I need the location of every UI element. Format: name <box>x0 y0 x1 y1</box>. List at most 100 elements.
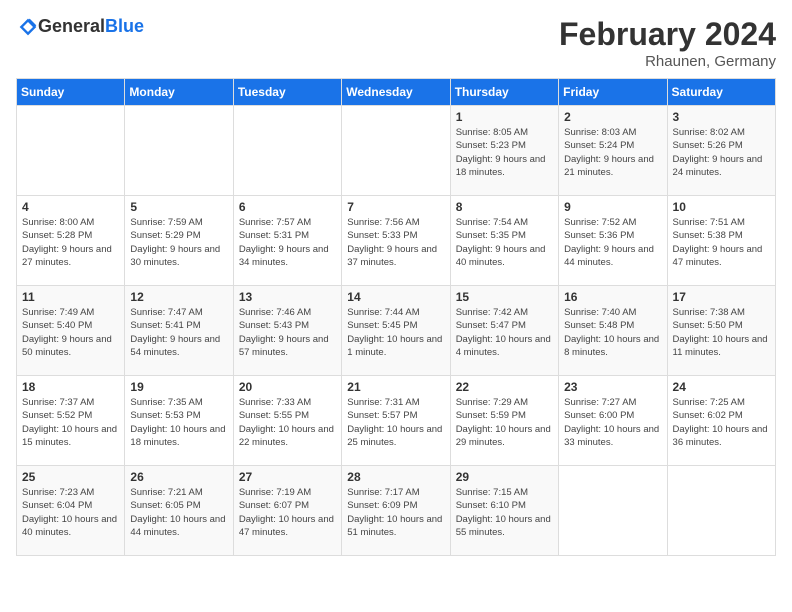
calendar-cell: 22 Sunrise: 7:29 AM Sunset: 5:59 PM Dayli… <box>450 376 558 466</box>
day-number: 20 <box>239 380 336 394</box>
day-number: 21 <box>347 380 444 394</box>
day-number: 28 <box>347 470 444 484</box>
day-info: Sunrise: 7:33 AM Sunset: 5:55 PM Dayligh… <box>239 396 336 449</box>
calendar-cell: 6Sunrise: 7:57 AM Sunset: 5:31 PM Daylig… <box>233 196 341 286</box>
day-number: 7 <box>347 200 444 214</box>
page-header: GeneralBlue February 2024 Rhaunen, Germa… <box>16 16 776 70</box>
day-info: Sunrise: 7:46 AM Sunset: 5:43 PM Dayligh… <box>239 306 336 359</box>
day-info: Sunrise: 8:03 AM Sunset: 5:24 PM Dayligh… <box>564 126 661 179</box>
calendar-cell: 18Sunrise: 7:37 AM Sunset: 5:52 PM Dayli… <box>17 376 125 466</box>
calendar-week-row: 18Sunrise: 7:37 AM Sunset: 5:52 PM Dayli… <box>17 376 776 466</box>
day-number: 3 <box>673 110 770 124</box>
day-number: 11 <box>22 290 119 304</box>
calendar-cell: 14Sunrise: 7:44 AM Sunset: 5:45 PM Dayli… <box>342 286 450 376</box>
day-header-wednesday: Wednesday <box>342 79 450 106</box>
calendar-cell: 3Sunrise: 8:02 AM Sunset: 5:26 PM Daylig… <box>667 106 775 196</box>
calendar-table: SundayMondayTuesdayWednesdayThursdayFrid… <box>16 78 776 556</box>
calendar-cell: 9 Sunrise: 7:52 AM Sunset: 5:36 PM Daylig… <box>559 196 667 286</box>
day-info: Sunrise: 7:59 AM Sunset: 5:29 PM Dayligh… <box>130 216 227 269</box>
calendar-cell: 4 Sunrise: 8:00 AM Sunset: 5:28 PM Daylig… <box>17 196 125 286</box>
day-info: Sunrise: 7:51 AM Sunset: 5:38 PM Dayligh… <box>673 216 770 269</box>
day-info: Sunrise: 7:47 AM Sunset: 5:41 PM Dayligh… <box>130 306 227 359</box>
calendar-cell: 15Sunrise: 7:42 AM Sunset: 5:47 PM Dayli… <box>450 286 558 376</box>
calendar-cell <box>233 106 341 196</box>
calendar-cell: 5Sunrise: 7:59 AM Sunset: 5:29 PM Daylig… <box>125 196 233 286</box>
day-info: Sunrise: 8:05 AM Sunset: 5:23 PM Dayligh… <box>456 126 553 179</box>
logo-text-blue: Blue <box>105 16 144 36</box>
calendar-cell: 16 Sunrise: 7:40 AM Sunset: 5:48 PM Dayli… <box>559 286 667 376</box>
day-header-friday: Friday <box>559 79 667 106</box>
day-number: 19 <box>130 380 227 394</box>
calendar-cell: 11Sunrise: 7:49 AM Sunset: 5:40 PM Dayli… <box>17 286 125 376</box>
calendar-cell: 28 Sunrise: 7:17 AM Sunset: 6:09 PM Dayli… <box>342 466 450 556</box>
calendar-cell <box>342 106 450 196</box>
calendar-cell: 24 Sunrise: 7:25 AM Sunset: 6:02 PM Dayli… <box>667 376 775 466</box>
day-number: 16 <box>564 290 661 304</box>
day-info: Sunrise: 7:25 AM Sunset: 6:02 PM Dayligh… <box>673 396 770 449</box>
calendar-cell: 27Sunrise: 7:19 AM Sunset: 6:07 PM Dayli… <box>233 466 341 556</box>
calendar-week-row: 25 Sunrise: 7:23 AM Sunset: 6:04 PM Dayli… <box>17 466 776 556</box>
day-info: Sunrise: 7:40 AM Sunset: 5:48 PM Dayligh… <box>564 306 661 359</box>
day-info: Sunrise: 7:57 AM Sunset: 5:31 PM Dayligh… <box>239 216 336 269</box>
day-info: Sunrise: 7:38 AM Sunset: 5:50 PM Dayligh… <box>673 306 770 359</box>
calendar-cell <box>559 466 667 556</box>
calendar-cell: 10 Sunrise: 7:51 AM Sunset: 5:38 PM Dayli… <box>667 196 775 286</box>
day-header-sunday: Sunday <box>17 79 125 106</box>
day-number: 10 <box>673 200 770 214</box>
day-number: 23 <box>564 380 661 394</box>
calendar-cell: 19 Sunrise: 7:35 AM Sunset: 5:53 PM Dayli… <box>125 376 233 466</box>
day-number: 14 <box>347 290 444 304</box>
calendar-cell <box>17 106 125 196</box>
calendar-week-row: 1 Sunrise: 8:05 AM Sunset: 5:23 PM Daylig… <box>17 106 776 196</box>
calendar-cell <box>667 466 775 556</box>
day-number: 4 <box>22 200 119 214</box>
day-number: 2 <box>564 110 661 124</box>
calendar-cell: 21Sunrise: 7:31 AM Sunset: 5:57 PM Dayli… <box>342 376 450 466</box>
calendar-cell: 13 Sunrise: 7:46 AM Sunset: 5:43 PM Dayli… <box>233 286 341 376</box>
calendar-cell: 12 Sunrise: 7:47 AM Sunset: 5:41 PM Dayli… <box>125 286 233 376</box>
day-number: 17 <box>673 290 770 304</box>
day-number: 27 <box>239 470 336 484</box>
day-header-tuesday: Tuesday <box>233 79 341 106</box>
day-info: Sunrise: 7:23 AM Sunset: 6:04 PM Dayligh… <box>22 486 119 539</box>
day-number: 24 <box>673 380 770 394</box>
calendar-cell: 29 Sunrise: 7:15 AM Sunset: 6:10 PM Dayli… <box>450 466 558 556</box>
calendar-cell: 7Sunrise: 7:56 AM Sunset: 5:33 PM Daylig… <box>342 196 450 286</box>
calendar-cell: 23 Sunrise: 7:27 AM Sunset: 6:00 PM Dayli… <box>559 376 667 466</box>
title-area: February 2024 Rhaunen, Germany <box>559 16 776 70</box>
day-header-thursday: Thursday <box>450 79 558 106</box>
calendar-cell: 17 Sunrise: 7:38 AM Sunset: 5:50 PM Dayli… <box>667 286 775 376</box>
calendar-cell: 1 Sunrise: 8:05 AM Sunset: 5:23 PM Daylig… <box>450 106 558 196</box>
day-info: Sunrise: 7:17 AM Sunset: 6:09 PM Dayligh… <box>347 486 444 539</box>
day-number: 26 <box>130 470 227 484</box>
day-info: Sunrise: 8:00 AM Sunset: 5:28 PM Dayligh… <box>22 216 119 269</box>
day-info: Sunrise: 7:21 AM Sunset: 6:05 PM Dayligh… <box>130 486 227 539</box>
day-header-monday: Monday <box>125 79 233 106</box>
day-number: 12 <box>130 290 227 304</box>
day-number: 8 <box>456 200 553 214</box>
day-number: 22 <box>456 380 553 394</box>
calendar-cell: 26 Sunrise: 7:21 AM Sunset: 6:05 PM Dayli… <box>125 466 233 556</box>
day-number: 13 <box>239 290 336 304</box>
day-number: 9 <box>564 200 661 214</box>
day-number: 29 <box>456 470 553 484</box>
day-number: 1 <box>456 110 553 124</box>
logo-text-general: General <box>38 16 105 36</box>
calendar-week-row: 11Sunrise: 7:49 AM Sunset: 5:40 PM Dayli… <box>17 286 776 376</box>
day-number: 25 <box>22 470 119 484</box>
days-header-row: SundayMondayTuesdayWednesdayThursdayFrid… <box>17 79 776 106</box>
day-info: Sunrise: 7:52 AM Sunset: 5:36 PM Dayligh… <box>564 216 661 269</box>
logo-icon <box>18 17 38 37</box>
day-info: Sunrise: 7:15 AM Sunset: 6:10 PM Dayligh… <box>456 486 553 539</box>
day-info: Sunrise: 7:37 AM Sunset: 5:52 PM Dayligh… <box>22 396 119 449</box>
day-info: Sunrise: 7:35 AM Sunset: 5:53 PM Dayligh… <box>130 396 227 449</box>
calendar-cell: 20 Sunrise: 7:33 AM Sunset: 5:55 PM Dayli… <box>233 376 341 466</box>
calendar-cell <box>125 106 233 196</box>
calendar-title: February 2024 <box>559 16 776 53</box>
calendar-cell: 2 Sunrise: 8:03 AM Sunset: 5:24 PM Daylig… <box>559 106 667 196</box>
calendar-cell: 25 Sunrise: 7:23 AM Sunset: 6:04 PM Dayli… <box>17 466 125 556</box>
day-header-saturday: Saturday <box>667 79 775 106</box>
day-info: Sunrise: 7:54 AM Sunset: 5:35 PM Dayligh… <box>456 216 553 269</box>
day-info: Sunrise: 7:27 AM Sunset: 6:00 PM Dayligh… <box>564 396 661 449</box>
day-info: Sunrise: 7:29 AM Sunset: 5:59 PM Dayligh… <box>456 396 553 449</box>
